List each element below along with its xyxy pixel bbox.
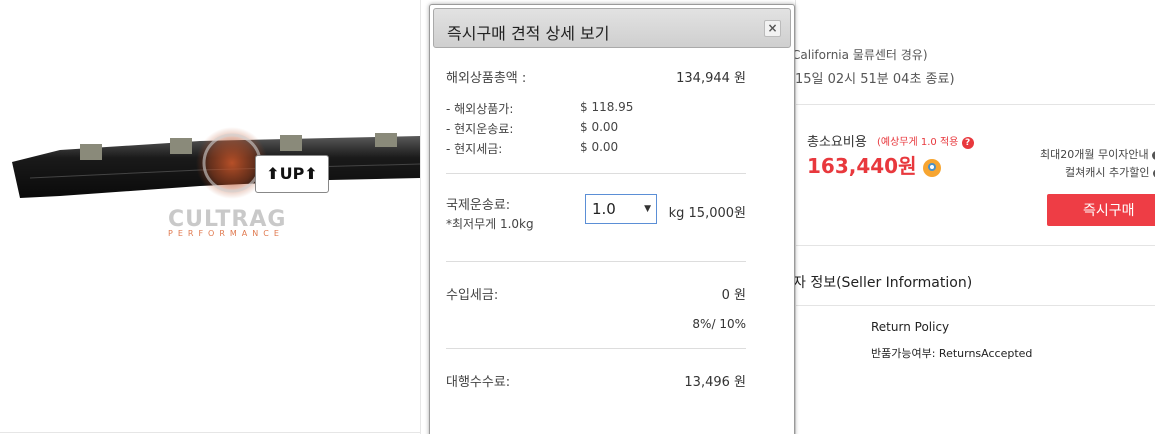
local-shipping-label: - 현지운송료: [446,122,514,136]
image-border [420,0,421,434]
intl-shipping-label: 국제운송료: [446,198,511,213]
agency-fee-value: 13,496 원 [684,375,746,390]
intl-shipping-value: kg 15,000원 [668,206,746,221]
local-tax-value: $ 0.00 [580,140,619,154]
search-icon[interactable] [923,158,942,177]
modal-title: 즉시구매 견적 상세 보기 [447,24,610,43]
divider [795,305,1155,306]
item-price-value: $ 118.95 [580,100,634,114]
divider [446,173,746,174]
divider [446,261,746,262]
import-tax-rate: 8%/ 10% [692,317,746,331]
brand-logo-subtext: PERFORMANCE [168,229,284,238]
return-policy-value: 반품가능여부: ReturnsAccepted [871,347,1033,360]
weight-select[interactable]: 1.0 ▼ [585,194,657,224]
modal-header: 즉시구매 견적 상세 보기 × [433,8,791,48]
purchase-panel: California 물류센터 경유) 15일 02시 51분 04초 종료) … [792,0,1155,434]
item-price-label: - 해외상품가: [446,102,514,116]
import-tax-label: 수입세금: [446,288,499,303]
up-arrow-icon: ⬆ [266,164,280,183]
page: ⬆UP⬆ CULTRAG PERFORMANCE California 물류센터… [0,0,1155,434]
seller-info-title: 자 정보(Seller Information) [793,275,973,291]
divider [795,245,1155,246]
image-border-bottom [0,432,420,433]
total-cost-label: 총소요비용 [807,135,867,150]
product-image-area: ⬆UP⬆ CULTRAG PERFORMANCE [0,0,430,434]
buy-now-button[interactable]: 즉시구매 [1047,194,1155,226]
panel-border [795,0,796,434]
sale-end-time: 15일 02시 51분 04초 종료) [795,72,955,87]
installment-link[interactable]: 최대20개월 무이자안내 [1040,146,1155,162]
local-shipping-value: $ 0.00 [580,120,619,134]
up-label: ⬆UP⬆ [255,155,329,193]
import-tax-value: 0 원 [721,288,746,303]
up-arrow-icon: ⬆ [304,164,318,183]
min-weight-note: *최저무게 1.0kg [446,217,534,231]
chevron-down-icon: ▼ [644,204,651,214]
route-text: California 물류센터 경유) [792,48,928,62]
close-button[interactable]: × [764,20,781,37]
cashback-link[interactable]: 컬쳐캐시 추가할인 [1065,164,1155,180]
divider [795,104,1155,105]
help-icon[interactable]: ? [961,137,974,149]
agency-fee-label: 대행수수료: [446,375,511,390]
local-tax-label: - 현지세금: [446,142,503,156]
quote-detail-modal: 즉시구매 견적 상세 보기 × 해외상품총액 : 134,944 원 - 해외상… [429,4,795,434]
overseas-total-value: 134,944 원 [676,71,746,86]
total-price: 163,440원 [807,150,942,179]
close-icon[interactable]: × [767,21,777,35]
overseas-total-label: 해외상품총액 : [446,71,527,86]
weight-note: (예상무게 1.0 적용 ? [877,133,974,149]
divider [446,348,746,349]
return-policy-title: Return Policy [871,320,950,334]
